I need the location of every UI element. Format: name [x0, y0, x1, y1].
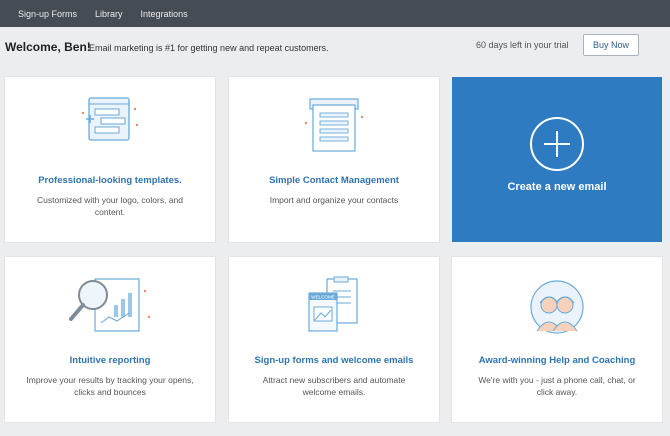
create-new-email-card[interactable]: Create a new email [452, 77, 662, 242]
templates-icon [81, 97, 139, 141]
card-description: Attract new subscribers and automate wel… [262, 375, 406, 397]
contacts-icon [304, 98, 364, 152]
tagline: Email marketing is #1 for getting new an… [89, 43, 329, 53]
signup-forms-icon: WELCOME [308, 276, 358, 332]
card-description: Customized with your logo, colors, and c… [37, 195, 183, 217]
coaching-icon [530, 280, 584, 334]
card-title: Simple Contact Management [269, 175, 399, 186]
plus-circle-icon [530, 117, 584, 171]
card-title: Sign-up forms and welcome emails [254, 355, 414, 366]
card-title: Professional-looking templates. [38, 175, 182, 186]
reporting-icon [69, 278, 151, 332]
welcome-message: Welcome, Ben! [5, 40, 91, 54]
card-title: Intuitive reporting [69, 355, 151, 366]
welcome-bar: Welcome, Ben! Email marketing is #1 for … [0, 27, 670, 67]
card-templates[interactable]: Professional-looking templates. Customiz… [5, 77, 215, 242]
welcome-badge-text: WELCOME [311, 295, 335, 300]
nav-library[interactable]: Library [95, 9, 123, 19]
nav-signup-forms[interactable]: Sign-up Forms [18, 9, 77, 19]
buy-now-button[interactable]: Buy Now [583, 34, 639, 56]
create-new-email-label: Create a new email [507, 181, 607, 193]
card-reporting[interactable]: Intuitive reporting Improve your results… [5, 257, 215, 422]
nav-integrations[interactable]: Integrations [141, 9, 188, 19]
trial-remaining: 60 days left in your trial [476, 40, 569, 50]
top-navigation: Sign-up Forms Library Integrations [0, 0, 670, 27]
card-signup-forms[interactable]: WELCOME Sign-up forms and welcome emails… [229, 257, 439, 422]
card-description: Import and organize your contacts [269, 195, 399, 205]
card-coaching[interactable]: Award-winning Help and Coaching We're wi… [452, 257, 662, 422]
card-contacts[interactable]: Simple Contact Management Import and org… [229, 77, 439, 242]
card-description: Improve your results by tracking your op… [26, 375, 194, 397]
card-description: We're with you - just a phone call, chat… [478, 375, 636, 397]
card-title: Award-winning Help and Coaching [478, 355, 636, 366]
